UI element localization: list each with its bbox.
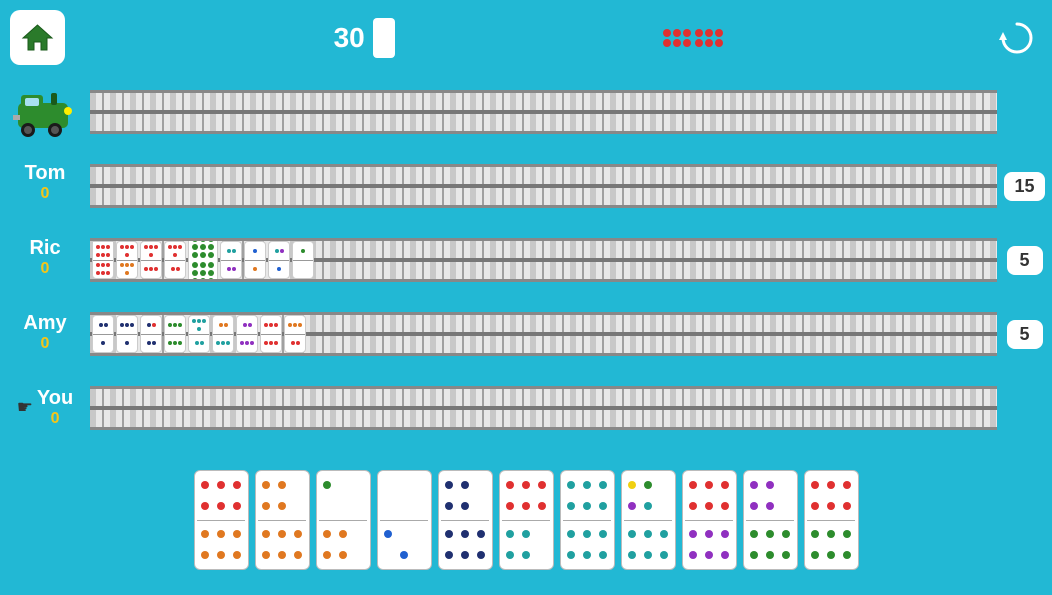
hand-tile-5[interactable] — [438, 470, 493, 570]
hand-tile-7[interactable] — [560, 470, 615, 570]
amy-d8 — [260, 315, 282, 353]
tom-score-box: 15 — [1004, 172, 1044, 201]
ric-domino-big — [188, 238, 218, 282]
you-track-row — [90, 371, 997, 445]
hand-tile-2[interactable] — [255, 470, 310, 570]
sidebar: Tom 0 Ric 0 Amy 0 ☛ You 0 — [0, 75, 90, 445]
score-area: 30 — [334, 18, 395, 58]
train-label — [0, 75, 90, 145]
tom-track — [90, 164, 997, 208]
hand-tile-9[interactable] — [682, 470, 737, 570]
amy-track — [90, 312, 997, 356]
ric-domino-4 — [164, 241, 186, 279]
amy-name: Amy — [23, 312, 66, 335]
ric-domino-6 — [244, 241, 266, 279]
score-tile — [373, 18, 395, 58]
train-score-badge-empty — [997, 75, 1052, 149]
ric-track-row — [90, 223, 997, 297]
hand-tile-4[interactable] — [377, 470, 432, 570]
ric-score-badge: 5 — [997, 223, 1052, 297]
hand-tile-8[interactable] — [621, 470, 676, 570]
ric-domino-7 — [268, 241, 290, 279]
amy-d7 — [236, 315, 258, 353]
ric-domino-5 — [220, 241, 242, 279]
amy-label: Amy 0 — [0, 295, 90, 370]
amy-d6 — [212, 315, 234, 353]
train-icon — [13, 83, 78, 138]
ric-domino-3 — [140, 241, 162, 279]
ric-domino-1 — [92, 241, 114, 279]
hand-tile-1[interactable] — [194, 470, 249, 570]
current-player-arrow: ☛ — [17, 397, 33, 418]
tom-name: Tom — [25, 162, 66, 185]
you-score: 0 — [51, 410, 60, 428]
ric-domino-row — [92, 238, 314, 282]
you-score-badge-empty — [997, 371, 1052, 445]
score-display: 30 — [334, 22, 365, 54]
amy-d3 — [140, 315, 162, 353]
ric-score-box: 5 — [1007, 246, 1043, 275]
refresh-button[interactable] — [992, 13, 1042, 63]
train-track — [90, 90, 997, 134]
amy-score-badge: 5 — [997, 297, 1052, 371]
hand-tile-10[interactable] — [743, 470, 798, 570]
amy-d4 — [164, 315, 186, 353]
ric-name: Ric — [29, 237, 60, 260]
ric-score: 0 — [41, 260, 50, 278]
amy-d5 — [188, 315, 210, 353]
top-bar: 30 — [0, 0, 1052, 75]
amy-score-box: 5 — [1007, 320, 1043, 349]
scores-right: 15 5 5 — [997, 75, 1052, 445]
hand-tile-6[interactable] — [499, 470, 554, 570]
hand-tile-3[interactable] — [316, 470, 371, 570]
ric-domino-8 — [292, 241, 314, 279]
tracks-area — [90, 75, 997, 445]
home-button[interactable] — [10, 10, 65, 65]
amy-domino-row — [92, 315, 306, 353]
ric-label: Ric 0 — [0, 220, 90, 295]
amy-d1 — [92, 315, 114, 353]
center-dots-display — [663, 29, 723, 47]
you-label: ☛ You 0 — [0, 370, 90, 445]
you-name: You — [37, 387, 73, 410]
ric-track — [90, 238, 997, 282]
game-container: 30 — [0, 0, 1052, 592]
train-track-row — [90, 75, 997, 149]
you-track — [90, 386, 997, 430]
amy-score: 0 — [41, 335, 50, 353]
tom-score-badge: 15 — [997, 149, 1052, 223]
ric-domino-2 — [116, 241, 138, 279]
home-icon — [20, 20, 55, 55]
hand-tile-11[interactable] — [804, 470, 859, 570]
amy-d9 — [284, 315, 306, 353]
hand-area — [0, 445, 1052, 595]
amy-track-row — [90, 297, 997, 371]
play-area: Tom 0 Ric 0 Amy 0 ☛ You 0 — [0, 75, 1052, 445]
tom-score: 0 — [41, 185, 50, 203]
tom-track-row — [90, 149, 997, 223]
refresh-icon — [997, 18, 1037, 58]
amy-d2 — [116, 315, 138, 353]
tom-label: Tom 0 — [0, 145, 90, 220]
